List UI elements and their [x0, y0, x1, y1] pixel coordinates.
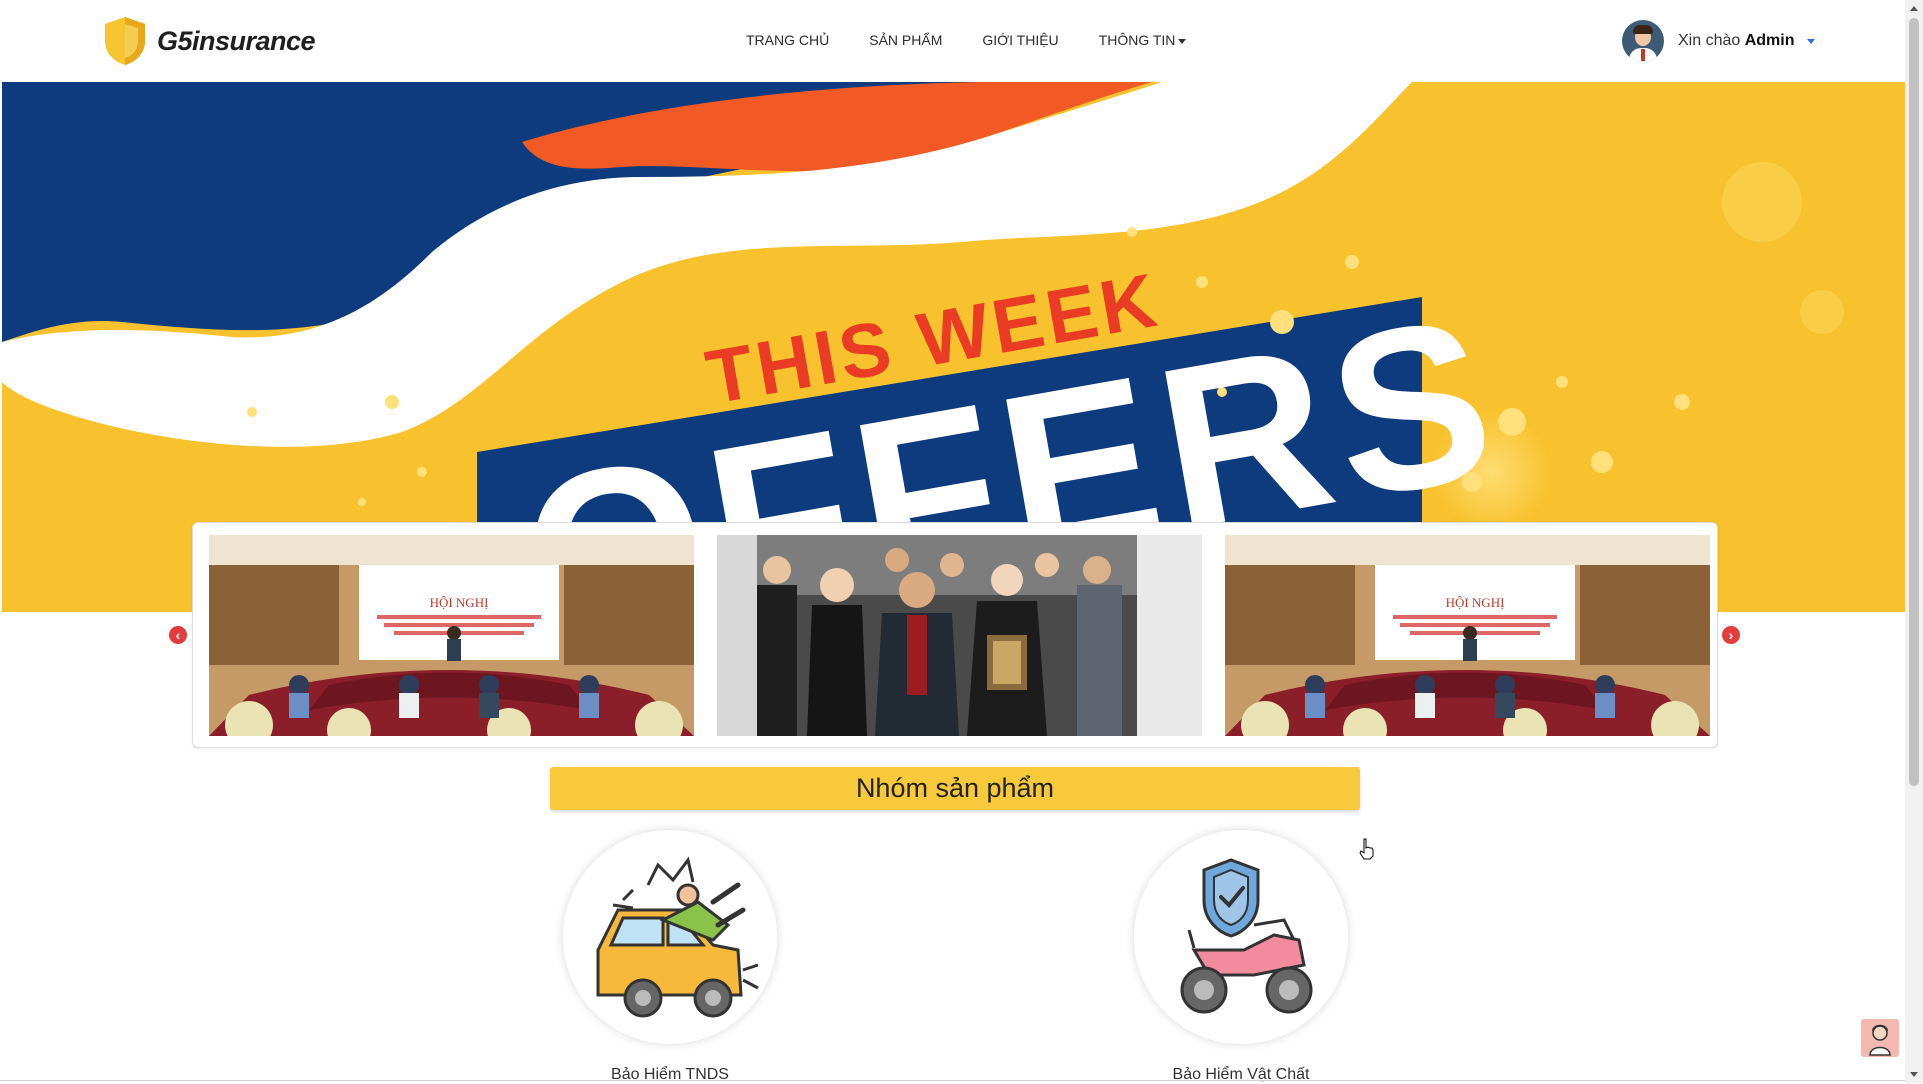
product-image[interactable] — [563, 830, 777, 1044]
carousel-prev-button[interactable]: ‹ — [169, 626, 187, 644]
nav-item-products[interactable]: SẢN PHẨM — [869, 32, 942, 48]
hand-cursor-icon — [1359, 838, 1374, 860]
brand-logo[interactable]: G5insurance — [101, 15, 316, 67]
nav-item-info-label: THÔNG TIN — [1098, 32, 1176, 48]
chevron-down-icon — [1178, 38, 1187, 44]
user-name: Admin — [1744, 32, 1795, 49]
nav-item-home[interactable]: TRANG CHỦ — [746, 32, 829, 48]
motorbike-shield-icon — [1180, 858, 1313, 1014]
shield-logo-icon — [105, 17, 145, 65]
group-photo-image — [717, 535, 1202, 736]
carousel-slide-3[interactable]: HỘI NGHỊ — [1225, 535, 1710, 736]
scroll-down-icon[interactable] — [1910, 1072, 1918, 1077]
nav-item-info-dropdown[interactable]: THÔNG TIN — [1099, 32, 1187, 48]
divider — [0, 1080, 1905, 1081]
photo-carousel: HỘI NGHỊ HỘI NGHỊ — [192, 522, 1718, 748]
chat-widget-button[interactable] — [1861, 1019, 1899, 1057]
chevron-down-icon[interactable] — [1806, 38, 1815, 44]
scroll-up-icon[interactable] — [1910, 6, 1918, 11]
user-menu[interactable]: Xin chào Admin — [1622, 20, 1815, 62]
carousel-slide-2[interactable] — [717, 535, 1202, 736]
main-nav: TRANG CHỦ SẢN PHẨM GIỚI THIỆU THÔNG TIN — [746, 32, 1226, 48]
carousel-slide-1[interactable]: HỘI NGHỊ — [209, 535, 694, 736]
nav-item-about[interactable]: GIỚI THIỆU — [982, 32, 1058, 48]
product-label[interactable]: Bảo Hiểm TNDS — [560, 1066, 780, 1084]
product-label[interactable]: Bảo Hiểm Vật Chất — [1131, 1066, 1351, 1084]
product-image[interactable] — [1134, 830, 1348, 1044]
slide-caption: HỘI NGHỊ — [1446, 595, 1505, 610]
avatar[interactable] — [1622, 20, 1664, 62]
conference-photo-image: HỘI NGHỊ — [209, 535, 694, 736]
brand-name: G5insurance — [157, 25, 316, 56]
slide-caption: HỘI NGHỊ — [430, 595, 489, 610]
product-card-vat-chat[interactable]: Bảo Hiểm Vật Chất — [1131, 830, 1351, 1084]
section-title: Nhóm sản phẩm — [550, 767, 1360, 810]
conference-photo-image: HỘI NGHỊ — [1225, 535, 1710, 736]
carousel-next-button[interactable]: › — [1722, 626, 1740, 644]
page-scrollbar[interactable] — [1905, 0, 1923, 1083]
user-greeting: Xin chào Admin — [1678, 32, 1795, 50]
support-agent-icon — [1869, 1024, 1891, 1056]
product-card-tnds[interactable]: Bảo Hiểm TNDS — [560, 830, 780, 1084]
scrollbar-thumb[interactable] — [1909, 18, 1919, 786]
car-accident-icon — [596, 856, 759, 1018]
navbar: G5insurance TRANG CHỦ SẢN PHẨM GIỚI THIỆ… — [0, 0, 1905, 82]
greeting-text: Xin chào — [1678, 32, 1741, 49]
